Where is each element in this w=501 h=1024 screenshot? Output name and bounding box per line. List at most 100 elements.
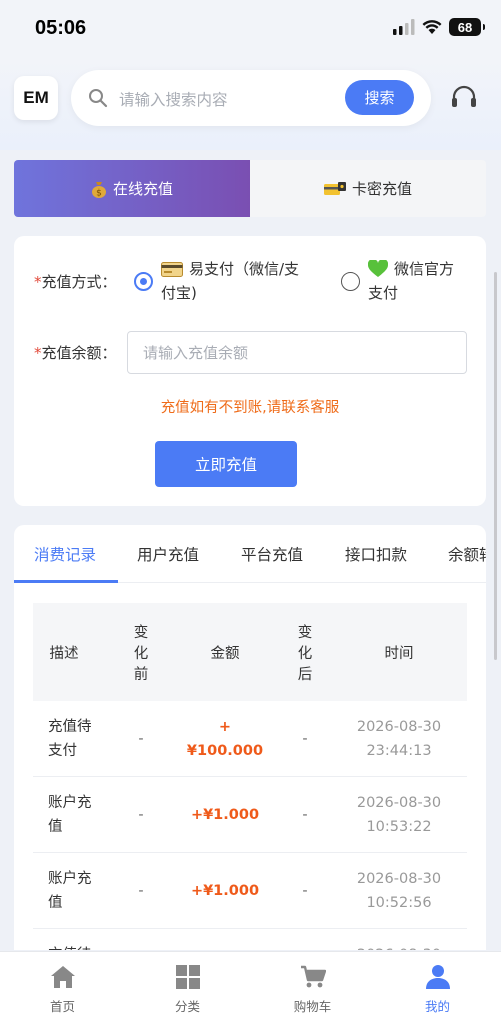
col-amount: 金额 [210,645,240,662]
cell-desc: 充值待支付 [48,929,110,950]
cell-desc: 账户充值 [48,853,110,929]
status-bar: 05:06 68 [0,0,501,58]
card-key-icon [323,181,346,195]
logo[interactable]: EM [14,76,58,120]
records-card: 消费记录 用户充值 平台充值 接口扣款 余额转 描述 变 化 前 金额 变 化 … [14,525,486,950]
option-wechat-line2: 支付 [368,284,399,302]
col-time: 时间 [384,645,414,662]
option-epay-line1: 易支付（微信/支 [189,260,300,278]
cell-line: 10:53:22 [366,819,432,835]
col-before-char: 前 [133,666,149,683]
cell-after: - [279,929,331,950]
cell-time: 2026-08-30 23:44:13 [343,701,455,777]
option-wechat[interactable]: 微信官方 支付 [368,257,478,305]
cell-line: +¥1.000 [190,883,260,899]
cell-amount: + ¥100.000 [179,701,271,777]
search-icon [89,89,108,108]
tab-online-recharge[interactable]: $ 在线充值 [14,160,250,217]
battery-icon: 68 [449,18,485,36]
main-content: $ 在线充值 卡密充值 *充值方式： 易支付（微信/支 付宝) 微信官方 支付 … [0,150,501,950]
money-bag-icon: $ [91,181,106,198]
status-icons: 68 [393,18,485,36]
recharge-amount-label-text: 充值余额： [41,344,117,362]
nav-cart[interactable]: 购物车 [250,952,375,1024]
recharge-amount-label: *充值余额： [34,342,117,363]
cell-amount: +¥1.000 [179,853,271,929]
search-button[interactable]: 搜索 [345,80,414,115]
cell-line: 账户充 [48,871,92,887]
table-row: 充值待 支付 - + ¥100.000 - 2026-08-30 23:44:13 [33,701,467,777]
status-time: 05:06 [35,17,87,39]
cell-amount: +¥1.000 [179,777,271,853]
option-epay-line2: 付宝) [161,284,197,302]
recharge-tabs: $ 在线充值 卡密充值 [14,160,486,217]
required-mark: * [34,273,42,291]
cell-time: 2026-08-3000:00:00 [343,929,455,950]
required-mark: * [34,344,42,362]
recharge-now-button[interactable]: 立即充值 [155,441,297,487]
table-row: 充值待支付-+¥100.000-2026-08-3000:00:00 [33,929,467,950]
cell-line: 23:44:13 [366,743,432,759]
cell-line: + [218,719,232,735]
cell-before: - [115,929,167,950]
recharge-amount-input[interactable]: 请输入充值余额 [127,331,467,374]
cell-line: 充值待 [48,943,92,950]
cell-line: 充值待 [48,719,92,735]
active-tab-indicator [14,580,118,583]
cell-before: - [138,731,144,747]
cell-before: - [138,883,144,899]
table-row: 账户充值 - +¥1.000 - 2026-08-30 10:52:56 [33,853,467,929]
cell-line: 支付 [48,743,77,759]
cell-after: - [302,883,308,899]
nav-category-label: 分类 [174,999,200,1014]
table-row: 账户充值 - +¥1.000 - 2026-08-30 10:53:22 [33,777,467,853]
header: EM 请输入搜索内容 搜索 [0,58,501,150]
records-tabs: 消费记录 用户充值 平台充值 接口扣款 余额转 [14,525,486,583]
cell-desc: 账户充值 [48,777,110,853]
col-before: 变 化 前 [115,603,167,701]
recharge-method-label-text: 充值方式： [41,273,117,291]
svg-text:$: $ [96,188,102,198]
col-after-char: 后 [297,666,313,683]
bottom-nav: 首页 分类 购物车 我的 [0,951,501,1024]
col-after-char: 变 [297,624,313,641]
table-body: 充值待 支付 - + ¥100.000-2026-08-30 23:44:13 账户充值 - +… [33,701,467,950]
cart-icon [301,965,326,988]
radio-epay[interactable] [134,272,153,291]
tab-card-recharge[interactable]: 卡密充值 [250,160,486,217]
tab-user-recharge[interactable]: 用户充值 [137,543,199,565]
search-bar[interactable]: 请输入搜索内容 搜索 [71,70,431,126]
recharge-method-label: *充值方式： [34,271,117,292]
recharge-form: *充值方式： 易支付（微信/支 付宝) 微信官方 支付 *充值余额： 请输入充值… [14,236,486,506]
cell-time: 2026-08-30 10:53:22 [343,777,455,853]
tab-balance-transfer[interactable]: 余额转 [448,543,486,565]
tab-consumption[interactable]: 消费记录 [34,543,96,565]
cell-line: ¥100.000 [186,743,264,759]
col-before-char: 变 [133,624,149,641]
option-epay[interactable]: 易支付（微信/支 付宝) [161,257,321,305]
tab-api-deduction[interactable]: 接口扣款 [345,543,407,565]
nav-mine-label: 我的 [424,999,450,1014]
search-input[interactable]: 请输入搜索内容 [119,88,228,110]
home-icon [51,966,75,988]
user-icon [426,965,450,989]
tab-card-recharge-label: 卡密充值 [351,180,412,198]
cell-line: 2026-08-30 [357,943,441,950]
cell-line: 10:52:56 [366,895,432,911]
tab-online-recharge-label: 在线充值 [112,180,173,198]
tab-platform-recharge[interactable]: 平台充值 [241,543,303,565]
nav-mine[interactable]: 我的 [375,952,500,1024]
headset-icon[interactable] [450,84,478,110]
green-heart-icon [368,260,388,277]
credit-card-icon [161,261,183,277]
scrollbar[interactable] [494,272,497,660]
cell-line: 值 [48,895,63,911]
nav-category[interactable]: 分类 [125,952,250,1024]
radio-wechat[interactable] [341,272,360,291]
nav-cart-label: 购物车 [293,999,332,1014]
records-table: 描述 变 化 前 金额 变 化 后 时间 充值待 支付 - + ¥100.000-202… [33,603,467,950]
cell-line: + [219,943,231,950]
recharge-notice: 充值如有不到账,请联系客服 [160,400,340,416]
nav-home[interactable]: 首页 [0,952,125,1024]
cell-line: 2026-08-30 [356,871,442,887]
